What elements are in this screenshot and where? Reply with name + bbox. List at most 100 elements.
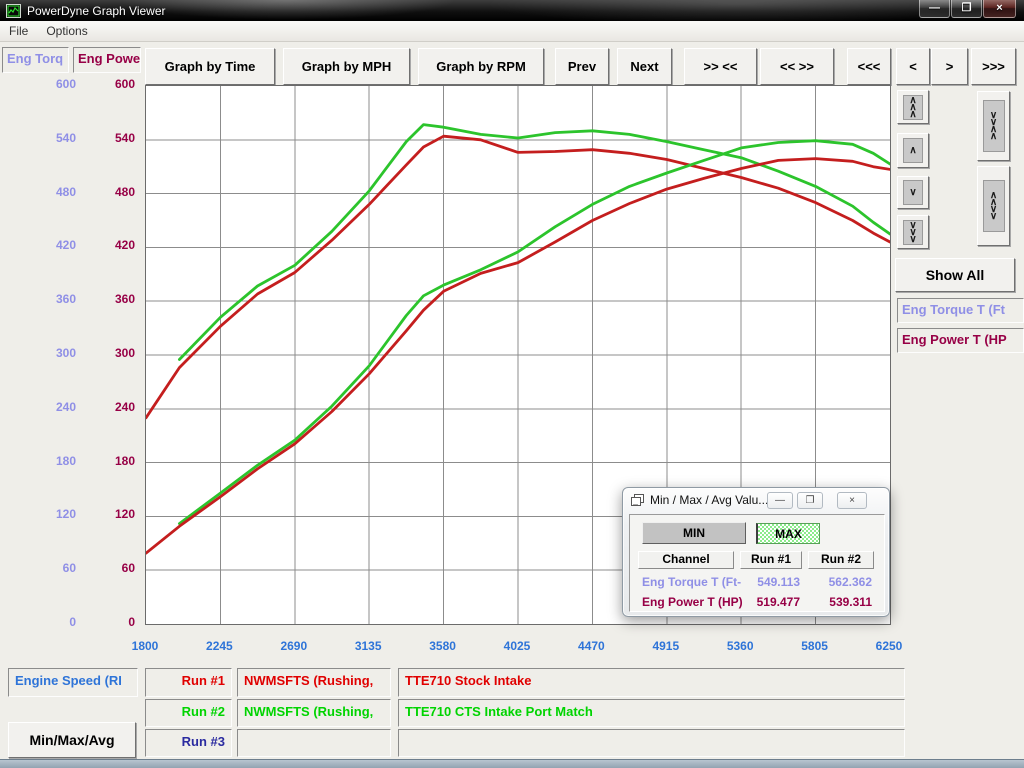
y-axis-power-tick: 180 [80, 454, 135, 468]
run-comment-1[interactable]: TTE710 Stock Intake [398, 668, 905, 697]
jump-last-button[interactable]: >>> [971, 48, 1016, 85]
curve-run-2-eng-power-t-hp- [179, 141, 890, 524]
run-source-2[interactable]: NWMSFTS (Rushing, [237, 699, 391, 727]
minmax-title-bar[interactable]: Min / Max / Avg Valu... — ❐ × [623, 488, 889, 512]
x-axis-tick: 4915 [636, 639, 696, 653]
minmax-panel: MIN MAX Channel Run #1 Run #2 Eng Torque… [629, 514, 885, 612]
y-axis-power-tick: 60 [80, 561, 135, 575]
run-comment-3[interactable] [398, 729, 905, 757]
minmax-window[interactable]: Min / Max / Avg Valu... — ❐ × MIN MAX Ch… [622, 487, 890, 617]
y-axis-torque-tick: 240 [8, 400, 76, 414]
scroll-top-button[interactable]: ∧∧∧ [897, 90, 929, 124]
y-axis-power-tick: 300 [80, 346, 135, 360]
x-axis-tick: 2690 [264, 639, 324, 653]
y-axis-torque-tick: 0 [8, 615, 76, 629]
close-icon[interactable]: × [983, 0, 1016, 18]
y-axis-torque-tick: 540 [8, 131, 76, 145]
minmax-col-channel: Channel [638, 551, 734, 569]
minmax-col-run1: Run #1 [740, 551, 802, 569]
x-axis-tick: 1800 [115, 639, 175, 653]
app-icon [6, 4, 21, 18]
window-title: PowerDyne Graph Viewer [27, 4, 166, 18]
zoom-converge-button[interactable]: ∨∨∧∧ [977, 91, 1010, 161]
channel-label-power[interactable]: Eng Power T (HP [897, 328, 1024, 353]
graph-by-rpm-button[interactable]: Graph by RPM [418, 48, 544, 85]
scroll-down-button[interactable]: ∨ [897, 176, 929, 209]
run-comment-2[interactable]: TTE710 CTS Intake Port Match [398, 699, 905, 727]
run-source-3[interactable] [237, 729, 391, 757]
minimize-icon[interactable]: — [919, 0, 950, 18]
window-bottom-frame [0, 759, 1024, 768]
y-axis-torque-tick: 180 [8, 454, 76, 468]
minmax-window-title: Min / Max / Avg Valu... [650, 493, 768, 507]
minmax-minimize-icon[interactable]: — [767, 492, 793, 509]
y-axis-power-tick: 420 [80, 238, 135, 252]
restore-icon[interactable]: ❐ [951, 0, 982, 18]
minmax-close-icon[interactable]: × [837, 492, 867, 509]
step-left-button[interactable]: < [896, 48, 930, 85]
graph-by-time-button[interactable]: Graph by Time [145, 48, 275, 85]
step-out-button[interactable]: << >> [760, 48, 834, 85]
minmax-torque-run1-value: 549.113 [740, 575, 800, 589]
prev-button[interactable]: Prev [555, 48, 609, 85]
scroll-bottom-button[interactable]: ∨∨∨ [897, 215, 929, 249]
minmax-row-torque-label: Eng Torque T (Ft- [642, 575, 741, 589]
minmax-restore-icon[interactable]: ❐ [797, 492, 823, 509]
run-source-1[interactable]: NWMSFTS (Rushing, [237, 668, 391, 697]
axis-button-torque[interactable]: Eng Torq [2, 47, 69, 73]
y-axis-torque-tick: 600 [8, 77, 76, 91]
x-axis-tick: 4470 [561, 639, 621, 653]
min-button[interactable]: MIN [642, 522, 746, 544]
y-axis-torque-tick: 300 [8, 346, 76, 360]
x-axis-tick: 4025 [487, 639, 547, 653]
next-button[interactable]: Next [617, 48, 672, 85]
x-axis-tick: 3580 [413, 639, 473, 653]
y-axis-power-tick: 360 [80, 292, 135, 306]
min-max-avg-button[interactable]: Min/Max/Avg [8, 722, 136, 758]
menu-bar: File Options [0, 21, 1024, 42]
y-axis-torque-tick: 360 [8, 292, 76, 306]
y-axis-power-tick: 240 [80, 400, 135, 414]
y-axis-torque-tick: 120 [8, 507, 76, 521]
y-axis-torque-tick: 420 [8, 238, 76, 252]
powerdyne-window: PowerDyne Graph Viewer — ❐ × File Option… [0, 0, 1024, 768]
run-label-3[interactable]: Run #3 [145, 729, 232, 757]
y-axis-power-tick: 0 [80, 615, 135, 629]
title-bar: PowerDyne Graph Viewer — ❐ × [0, 0, 1024, 21]
scroll-up-button-icon: ∧ [903, 138, 923, 163]
x-axis-tick: 5805 [785, 639, 845, 653]
x-axis-tick: 6250 [859, 639, 919, 653]
x-axis-tick: 3135 [338, 639, 398, 653]
graph-by-mph-button[interactable]: Graph by MPH [283, 48, 410, 85]
step-in-button[interactable]: >> << [684, 48, 757, 85]
jump-first-button[interactable]: <<< [847, 48, 891, 85]
scroll-down-button-icon: ∨ [903, 180, 923, 205]
minmax-window-icon [631, 494, 645, 507]
max-button[interactable]: MAX [756, 523, 820, 544]
menu-options[interactable]: Options [37, 22, 96, 40]
show-all-button[interactable]: Show All [895, 258, 1015, 292]
y-axis-torque-tick: 60 [8, 561, 76, 575]
y-axis-power-tick: 540 [80, 131, 135, 145]
zoom-diverge-button-icon: ∧∧∨∨ [983, 180, 1005, 232]
scroll-up-button[interactable]: ∧ [897, 133, 929, 168]
y-axis-power-tick: 480 [80, 185, 135, 199]
minmax-row-power-label: Eng Power T (HP) [642, 595, 743, 609]
minmax-col-run2: Run #2 [808, 551, 874, 569]
zoom-converge-button-icon: ∨∨∧∧ [983, 100, 1005, 152]
y-axis-torque-tick: 480 [8, 185, 76, 199]
zoom-diverge-button[interactable]: ∧∧∨∨ [977, 166, 1010, 246]
menu-file[interactable]: File [0, 22, 37, 40]
axis-button-power[interactable]: Eng Powe [73, 47, 141, 73]
run-label-2[interactable]: Run #2 [145, 699, 232, 727]
channel-label-torque[interactable]: Eng Torque T (Ft [897, 298, 1024, 323]
run-label-1[interactable]: Run #1 [145, 668, 232, 697]
minmax-power-run1-value: 519.477 [740, 595, 800, 609]
minmax-power-run2-value: 539.311 [808, 595, 872, 609]
minmax-torque-run2-value: 562.362 [808, 575, 872, 589]
x-axis-tick: 2245 [189, 639, 249, 653]
scroll-top-button-icon: ∧∧∧ [903, 95, 923, 120]
x-axis-tick: 5360 [710, 639, 770, 653]
step-right-button[interactable]: > [931, 48, 968, 85]
engine-speed-field: Engine Speed (RI [8, 668, 138, 697]
